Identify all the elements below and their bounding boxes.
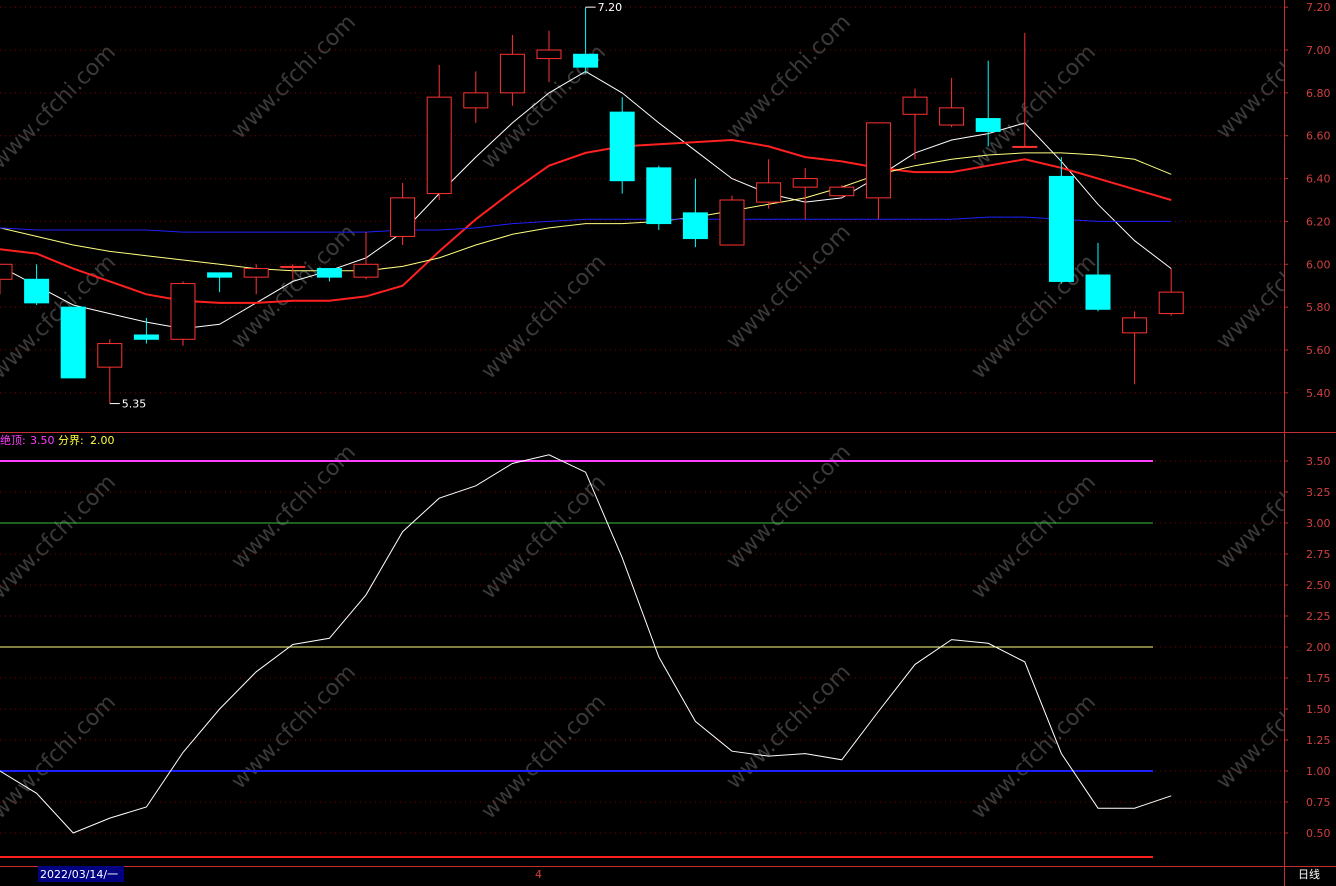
watermark-text: www.cfchi.com: [0, 690, 121, 824]
candle-body[interactable]: [573, 53, 599, 68]
y-tick-label: 6.20: [1306, 215, 1331, 228]
candle-body[interactable]: [902, 96, 928, 115]
candle-body[interactable]: [829, 186, 855, 197]
y-tick-label: 0.50: [1306, 827, 1331, 840]
footer-bar: 2022/03/14/一 4 日线: [38, 866, 1320, 882]
candle-body[interactable]: [499, 53, 525, 94]
price-annotations: 7.20 5.35: [109, 1, 623, 411]
y-tick-label: 2.25: [1306, 610, 1331, 623]
watermark-text: www.cfchi.com: [722, 10, 856, 144]
candle-body[interactable]: [133, 334, 159, 340]
y-tick-label: 1.00: [1306, 765, 1331, 778]
legend-label-divide: 分界:: [58, 434, 84, 447]
y-tick-label: 5.60: [1306, 344, 1331, 357]
annotation-label: 7.20: [598, 1, 623, 14]
candle-body[interactable]: [536, 49, 562, 60]
y-tick-label: 1.50: [1306, 703, 1331, 716]
watermark-text: www.cfchi.com: [227, 220, 361, 354]
watermark-text: www.cfchi.com: [227, 10, 361, 144]
watermark-text: www.cfchi.com: [477, 250, 611, 384]
y-tick-label: 3.50: [1306, 455, 1331, 468]
candle-body[interactable]: [1158, 291, 1184, 315]
watermark-text: www.cfchi.com: [967, 470, 1101, 604]
y-tick-label: 6.60: [1306, 130, 1331, 143]
watermark-text: www.cfchi.com: [477, 470, 611, 604]
watermark-text: www.cfchi.com: [722, 660, 856, 794]
annotation-label: 5.35: [122, 398, 147, 411]
moving-average-line: [0, 216, 1172, 233]
candle-body[interactable]: [792, 178, 818, 188]
moving-average-line: [0, 152, 1172, 272]
legend-value-divide: 2.00: [90, 434, 115, 447]
panel-frame: [0, 0, 1336, 886]
candle-body[interactable]: [939, 107, 965, 126]
period-label[interactable]: 日线: [1298, 867, 1320, 881]
y-tick-label: 7.20: [1306, 1, 1331, 14]
y-tick-label: 1.75: [1306, 672, 1331, 685]
cursor-marker: 4: [535, 868, 542, 881]
candle-body[interactable]: [756, 182, 782, 203]
candle-body[interactable]: [170, 283, 196, 340]
candle-body[interactable]: [1085, 274, 1111, 310]
candle-body[interactable]: [243, 268, 269, 278]
y-tick-label: 3.00: [1306, 517, 1331, 530]
y-tick-label: 0.75: [1306, 796, 1331, 809]
y-tick-label: 6.00: [1306, 258, 1331, 271]
y-tick-label: 2.00: [1306, 641, 1331, 654]
legend-label-top: 绝顶:: [0, 433, 26, 447]
candle-body[interactable]: [60, 306, 86, 379]
watermark-text: www.cfchi.com: [227, 660, 361, 794]
y-tick-label: 5.40: [1306, 387, 1331, 400]
y-tick-label: 3.25: [1306, 486, 1331, 499]
y-tick-label: 6.80: [1306, 87, 1331, 100]
candle-body[interactable]: [609, 111, 635, 182]
date-label: 2022/03/14/一: [40, 868, 118, 881]
indicator-legend: 绝顶: 3.50 分界: 2.00: [0, 433, 115, 447]
watermark-text: www.cfchi.com: [0, 470, 121, 604]
candle-body[interactable]: [1048, 175, 1074, 282]
candle-body[interactable]: [97, 343, 123, 368]
y-tick-label: 7.00: [1306, 44, 1331, 57]
candle-body[interactable]: [646, 167, 672, 225]
y-tick-label: 1.25: [1306, 734, 1331, 747]
candle-body[interactable]: [316, 268, 342, 278]
candle-body[interactable]: [207, 272, 233, 278]
candle-body[interactable]: [390, 197, 416, 237]
watermark-text: www.cfchi.com: [967, 250, 1101, 384]
candle-body[interactable]: [1122, 317, 1148, 334]
candle-body[interactable]: [1012, 145, 1038, 148]
candle-body[interactable]: [24, 278, 50, 304]
candle-body[interactable]: [682, 212, 708, 240]
watermark-text: www.cfchi.com: [477, 690, 611, 824]
y-axis: 7.20 7.00 6.80 6.60 6.40 6.20 6.00 5.80 5.60 5.40…: [1284, 0, 1336, 886]
stock-chart: www.cfchi.com www.cfchi.com www.cfchi.com w…: [0, 0, 1336, 886]
candle-body[interactable]: [353, 263, 379, 278]
y-tick-label: 5.80: [1306, 301, 1331, 314]
legend-value-top: 3.50: [30, 434, 55, 447]
candle-body[interactable]: [975, 118, 1001, 132]
y-tick-label: 2.75: [1306, 548, 1331, 561]
watermark-text: www.cfchi.com: [967, 690, 1101, 824]
candle-body[interactable]: [463, 92, 489, 109]
y-tick-label: 6.40: [1306, 173, 1331, 186]
candle-body[interactable]: [865, 122, 891, 199]
watermark-text: www.cfchi.com: [0, 40, 121, 174]
watermark-layer: www.cfchi.com www.cfchi.com www.cfchi.com w…: [0, 10, 1336, 824]
candle-body[interactable]: [719, 199, 745, 246]
candle-body[interactable]: [426, 96, 452, 195]
candle-body[interactable]: [280, 265, 306, 268]
y-tick-label: 2.50: [1306, 579, 1331, 592]
candle-body[interactable]: [0, 263, 13, 280]
